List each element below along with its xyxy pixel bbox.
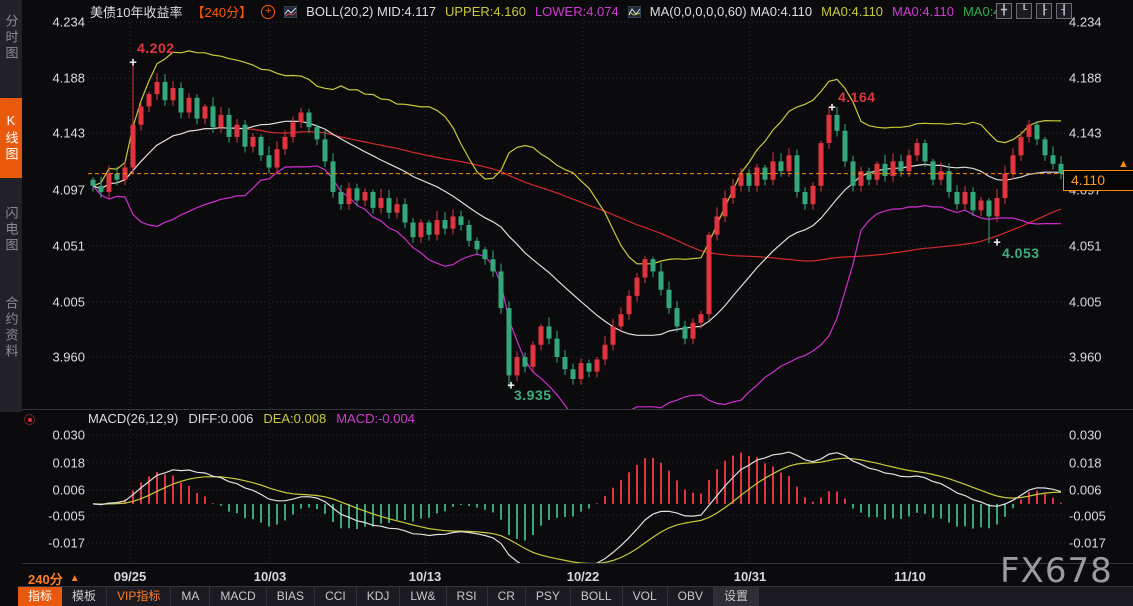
current-price-value: 4.110 (1071, 172, 1105, 188)
macd-readout: MACD:-0.004 (336, 411, 415, 426)
ma-group-readout: MA(0,0,0,0,0,60) MA0:4.110 (650, 4, 812, 19)
ma-yellow-readout: MA0:4.110 (821, 4, 883, 19)
period-label: 【240分】 (191, 2, 252, 21)
price-tick-label: 4.188 (1069, 71, 1102, 86)
date-tick-label: 10/22 (551, 569, 615, 584)
watermark: FX678 (1000, 551, 1113, 591)
boll-readout: BOLL(20,2) MID:4.117 (306, 4, 436, 19)
price-tick-label: 4.005 (1069, 295, 1102, 310)
extreme-price-label: 4.053 (1002, 245, 1040, 261)
extreme-price-label: 4.202 (137, 40, 175, 56)
macd-tick-label: 0.006 (1069, 483, 1102, 498)
toolbar-tab[interactable]: CCI (315, 587, 357, 606)
toolbar-tab[interactable]: RSI (447, 587, 488, 606)
price-tick-label: 4.005 (0, 295, 85, 310)
toolbar-tab[interactable]: KDJ (357, 587, 401, 606)
macd-tick-label: -0.017 (1069, 536, 1106, 551)
chart-toolbar-icons: ╋ ┖ ┠ ┨ (996, 3, 1072, 19)
toolbar-tab[interactable]: PSY (526, 587, 571, 606)
trading-app-window: { "colors": { "up": "#e0353f", "down": "… (0, 0, 1133, 606)
toolbar-tab[interactable]: BIAS (267, 587, 315, 606)
toolbar-tab[interactable]: 指标 (18, 587, 62, 606)
macd-tick-label: 0.006 (0, 483, 85, 498)
macd-tick-label: -0.017 (0, 536, 85, 551)
toolbar-tab[interactable]: OBV (668, 587, 714, 606)
sidebar-item[interactable]: 分时图 (0, 2, 22, 74)
diff-readout: DIFF:0.006 (188, 411, 253, 426)
extreme-cross-marker: + (828, 100, 836, 115)
extreme-price-label: 4.164 (838, 89, 876, 105)
toolbar-tab[interactable]: VOL (623, 587, 668, 606)
price-tick-label: 4.097 (0, 183, 85, 198)
toolbar-tab[interactable]: CR (488, 587, 526, 606)
toolbar-tab[interactable]: VIP指标 (107, 587, 171, 606)
macd-header: MACD(26,12,9) DIFF:0.006 DEA:0.008 MACD:… (88, 411, 415, 426)
macd-indicator-icon[interactable] (24, 414, 35, 425)
sidebar-item[interactable]: 闪电图 (0, 194, 22, 266)
price-tick-label: 4.143 (1069, 126, 1102, 141)
current-price-box: 4.110 (1063, 170, 1133, 191)
price-tick-label: 4.234 (0, 15, 85, 30)
instrument-title: 美债10年收益率 (90, 2, 182, 21)
price-tick-label: 4.234 (1069, 15, 1102, 30)
macd-tick-label: -0.005 (1069, 509, 1106, 524)
macd-tick-label: 0.018 (1069, 456, 1102, 471)
axis-play-icon[interactable]: ┠ (1036, 3, 1052, 19)
price-tick-label: 4.188 (0, 71, 85, 86)
extreme-cross-marker: + (993, 235, 1001, 250)
macd-tick-label: 0.030 (1069, 428, 1102, 443)
date-tick-label: 10/03 (238, 569, 302, 584)
date-tick-label: 11/10 (878, 569, 942, 584)
bottom-toolbar: 指标 模板 VIP指标 MA MACD BIAS CCI KDJ LW& (18, 586, 1133, 606)
macd-tick-label: 0.030 (0, 428, 85, 443)
toolbar-tab[interactable]: LW& (400, 587, 446, 606)
toolbar-tab[interactable]: 设置 (714, 587, 759, 606)
toolbar-tab[interactable]: MA (171, 587, 210, 606)
price-tick-label: 4.051 (1069, 239, 1102, 254)
ma-magenta-readout: MA0:4.110 (892, 4, 954, 19)
date-tick-label: 09/25 (98, 569, 162, 584)
price-tick-label: 4.051 (0, 239, 85, 254)
macd-tick-label: -0.005 (0, 509, 85, 524)
toolbar-tab[interactable]: BOLL (571, 587, 623, 606)
dea-readout: DEA:0.008 (263, 411, 326, 426)
price-marker-icon[interactable]: ▲ (1118, 158, 1129, 170)
extreme-price-label: 3.935 (514, 387, 552, 403)
boll-chart-icon[interactable] (284, 6, 297, 18)
toolbar-tab[interactable]: MACD (210, 587, 266, 606)
candlestick-chart-canvas[interactable] (0, 0, 1133, 606)
extreme-cross-marker: + (129, 55, 137, 70)
date-tick-label: 10/13 (393, 569, 457, 584)
price-tick-label: 3.960 (1069, 350, 1102, 365)
pan-icon[interactable]: ╋ (996, 3, 1012, 19)
ma-chart-icon[interactable] (628, 6, 641, 18)
price-tick-label: 4.143 (0, 126, 85, 141)
boll-lower-readout: LOWER:4.074 (535, 4, 619, 19)
timeframe-arrow-icon: ▲ (70, 573, 80, 584)
add-indicator-icon[interactable]: + (261, 5, 275, 19)
date-tick-label: 10/31 (718, 569, 782, 584)
toolbar-tab[interactable]: 模板 (62, 587, 107, 606)
price-tick-label: 3.960 (0, 350, 85, 365)
chart-header: 美债10年收益率 【240分】 + BOLL(20,2) MID:4.117 U… (90, 4, 1011, 19)
macd-label: MACD(26,12,9) (88, 411, 178, 426)
axis-scale-icon[interactable]: ┖ (1016, 3, 1032, 19)
macd-tick-label: 0.018 (0, 456, 85, 471)
boll-upper-readout: UPPER:4.160 (445, 4, 526, 19)
